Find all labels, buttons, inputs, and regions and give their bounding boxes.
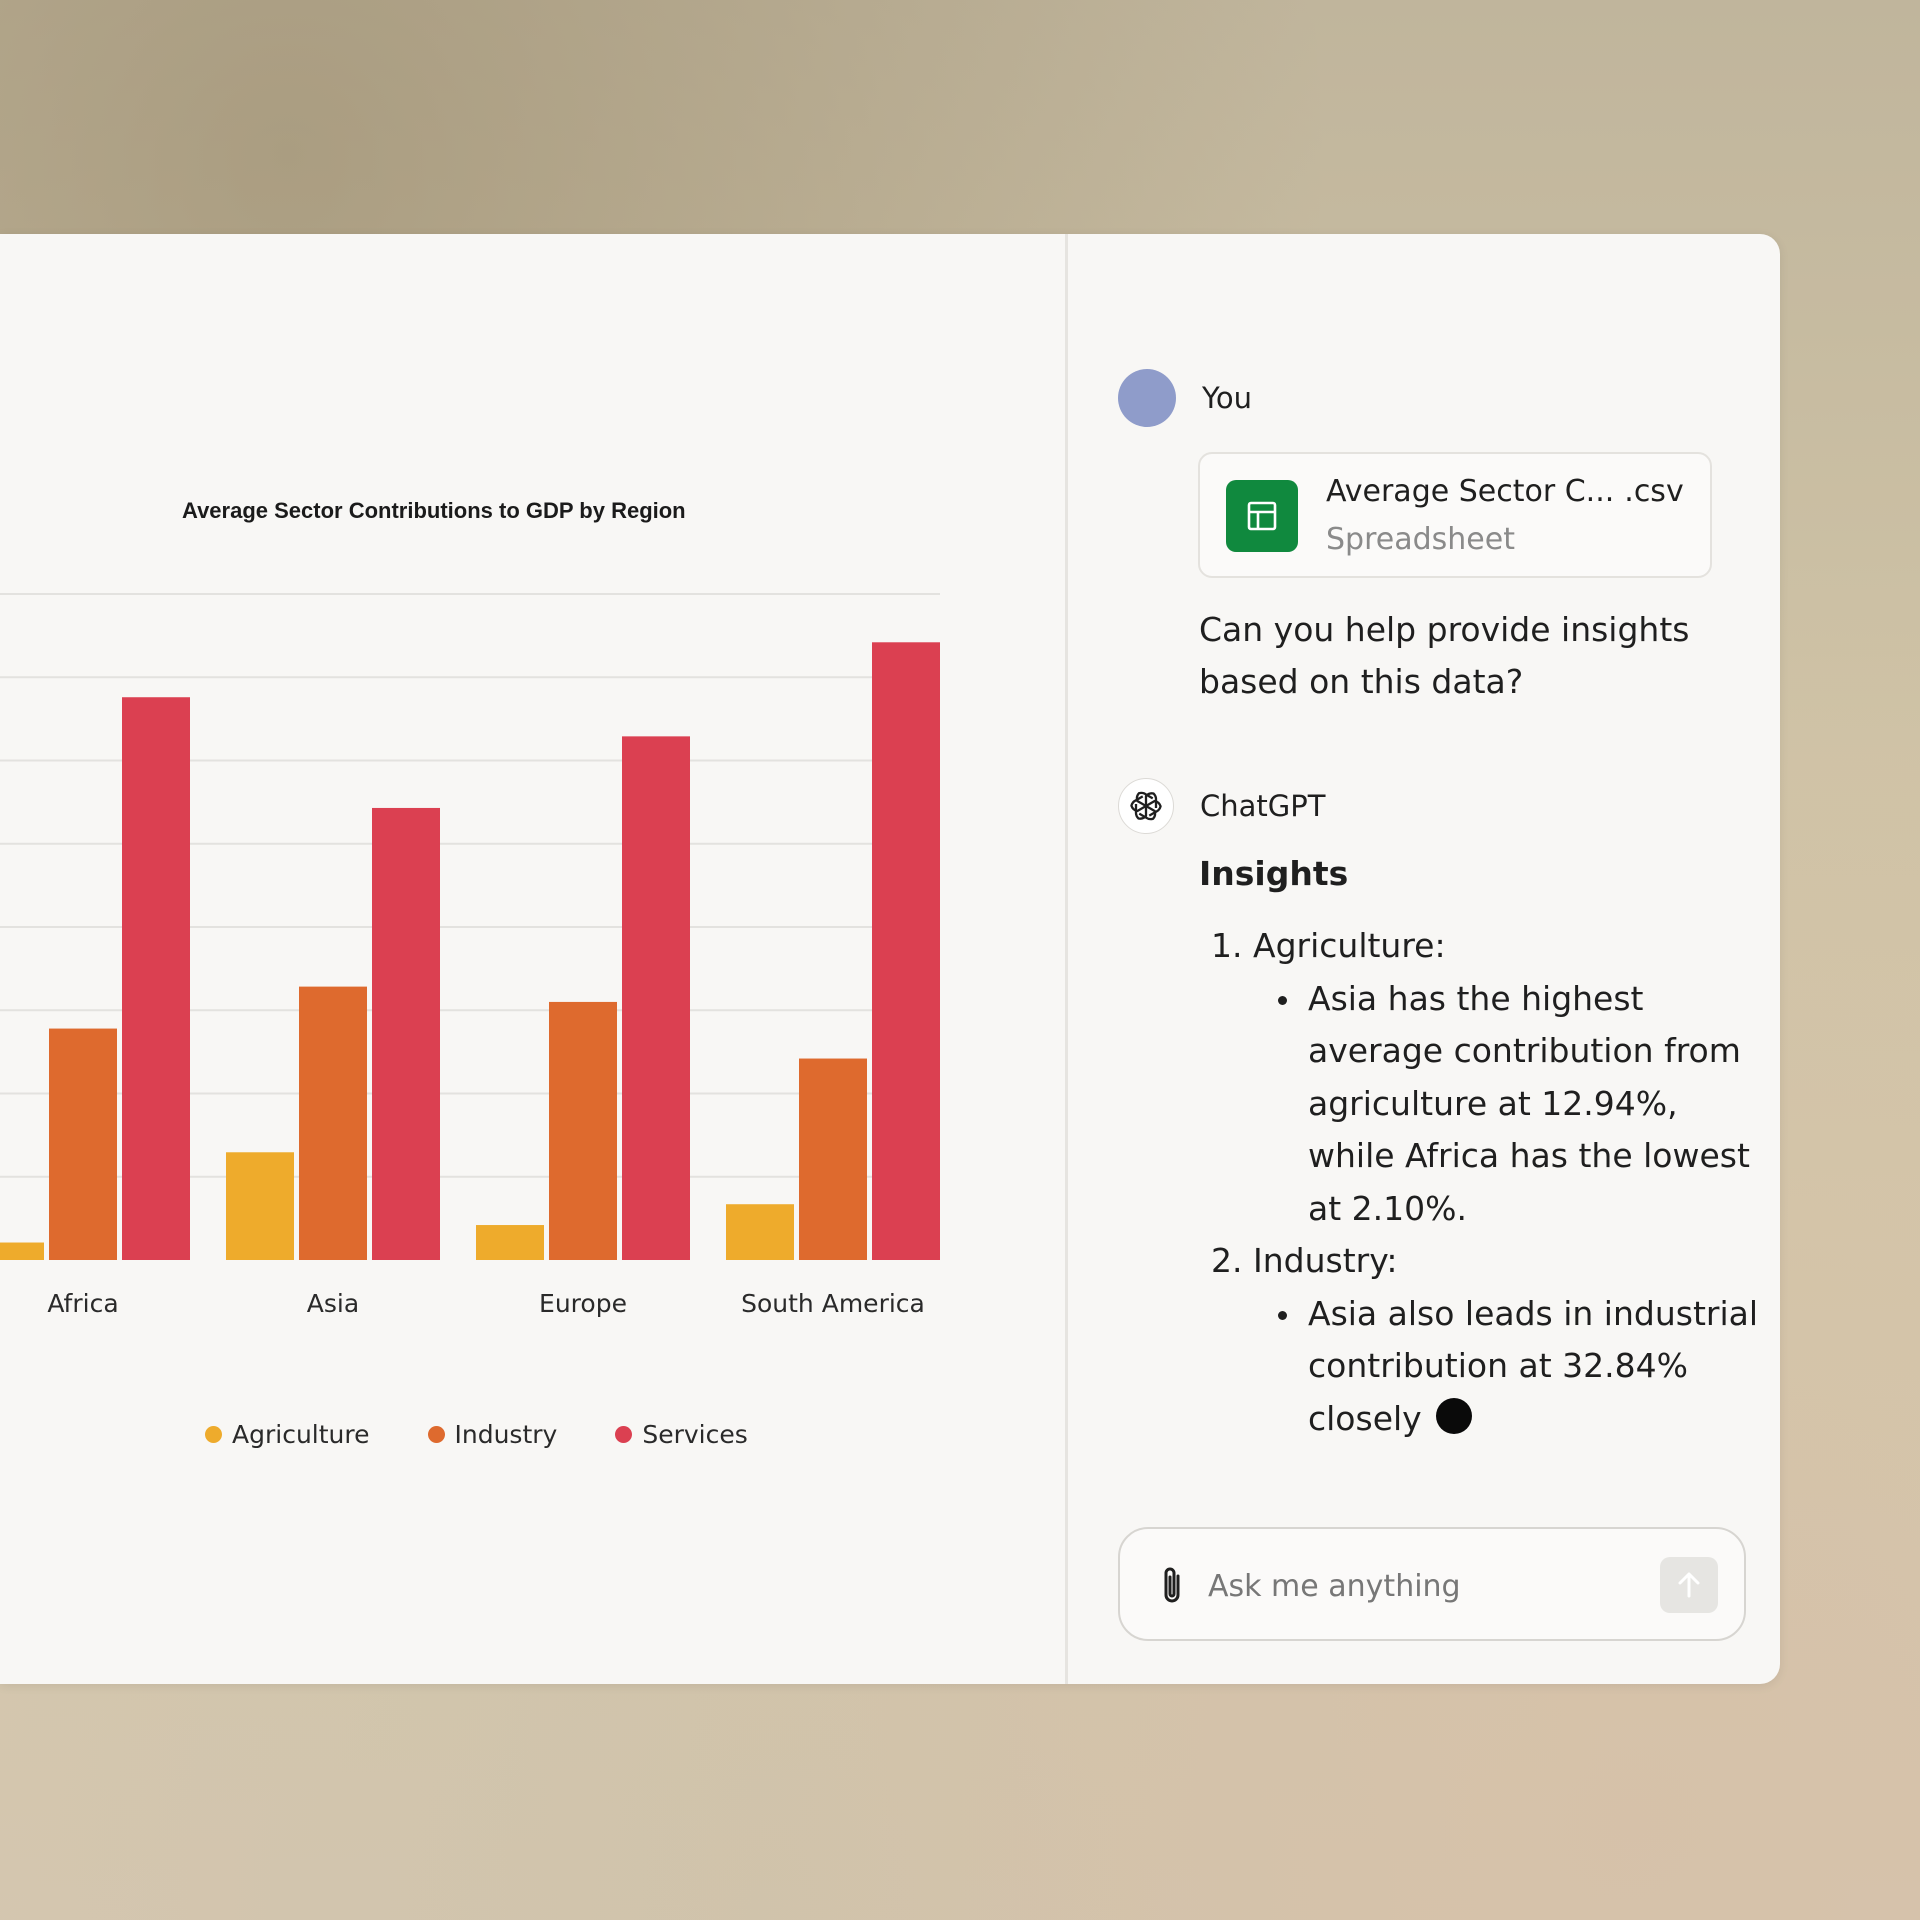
app-window: Average Sector Contributions to GDP by R… (0, 234, 1780, 1684)
insights-list: 1. Agriculture: Asia has the highest ave… (1211, 920, 1771, 1445)
message-input[interactable] (1206, 1555, 1650, 1617)
bar-agriculture-asia (226, 1152, 294, 1260)
typing-indicator (1435, 1397, 1472, 1434)
spreadsheet-icon (1226, 480, 1298, 552)
assistant-message-header: ChatGPT (1118, 778, 1325, 834)
legend-label-services: Services (642, 1420, 748, 1449)
bar-services-africa (122, 697, 190, 1260)
insights-heading: Insights (1199, 854, 1349, 893)
user-message-header: You (1118, 369, 1252, 427)
x-tick-label: Africa (47, 1289, 118, 1318)
bar-services-south-america (872, 642, 940, 1260)
insight-number: 1. (1211, 926, 1243, 965)
bar-industry-asia (299, 986, 367, 1260)
bar-industry-europe (549, 1001, 617, 1260)
x-tick-label: Asia (307, 1289, 359, 1318)
chart-legend: Agriculture Industry Services (205, 1420, 748, 1449)
legend-item-services: Services (615, 1420, 748, 1449)
legend-item-agriculture: Agriculture (205, 1420, 370, 1449)
send-button[interactable] (1660, 1557, 1718, 1613)
insight-bullet-streaming: Asia also leads in industrial contributi… (1278, 1288, 1771, 1446)
user-avatar (1118, 369, 1176, 427)
insight-bullet: Asia has the highest average contributio… (1278, 973, 1771, 1236)
bar-chart: Average Sector Contributions to GDP by R… (0, 498, 940, 1318)
bar-industry-south-america (799, 1058, 867, 1260)
insight-item: 1. Agriculture: Asia has the highest ave… (1211, 920, 1771, 1235)
bar-services-asia (372, 807, 440, 1260)
x-tick-label: South America (741, 1289, 925, 1318)
chart-title: Average Sector Contributions to GDP by R… (182, 498, 686, 523)
legend-dot-services (615, 1426, 633, 1443)
file-name-text: Average Sector C... (1326, 474, 1615, 509)
bar-agriculture-south-america (726, 1204, 794, 1260)
legend-label-industry: Industry (454, 1420, 558, 1449)
legend-dot-agriculture (205, 1426, 222, 1443)
insight-title: Agriculture: (1253, 926, 1446, 965)
arrow-up-icon (1678, 1572, 1700, 1598)
file-extension: .csv (1624, 474, 1684, 509)
legend-item-industry: Industry (427, 1420, 558, 1449)
paperclip-icon[interactable] (1156, 1565, 1188, 1607)
bar-agriculture-africa (0, 1242, 44, 1260)
file-name: Average Sector C... .csv (1326, 474, 1684, 509)
x-tick-label: Europe (539, 1289, 627, 1318)
legend-dot-industry (427, 1426, 445, 1443)
bar-agriculture-europe (476, 1225, 544, 1260)
user-name: You (1202, 381, 1252, 415)
chart-panel: Average Sector Contributions to GDP by R… (0, 234, 1065, 1684)
bar-industry-africa (49, 1028, 117, 1260)
file-attachment-card[interactable]: Average Sector C... .csv Spreadsheet (1198, 452, 1712, 578)
user-message-text: Can you help provide insights based on t… (1199, 610, 1690, 701)
insight-bullet-text: Asia also leads in industrial contributi… (1308, 1293, 1759, 1438)
insight-number: 2. (1211, 1241, 1243, 1280)
insight-title: Industry: (1253, 1241, 1398, 1280)
openai-logo-icon (1118, 778, 1174, 834)
message-composer[interactable] (1118, 1527, 1746, 1641)
chat-panel: You Average Sector C... .csv Spreadsheet … (1068, 234, 1780, 1684)
insight-item: 2. Industry: Asia also leads in industri… (1211, 1235, 1771, 1445)
bar-services-europe (622, 736, 690, 1260)
assistant-name: ChatGPT (1200, 789, 1326, 823)
file-type: Spreadsheet (1326, 522, 1515, 557)
legend-label-agriculture: Agriculture (232, 1420, 370, 1449)
